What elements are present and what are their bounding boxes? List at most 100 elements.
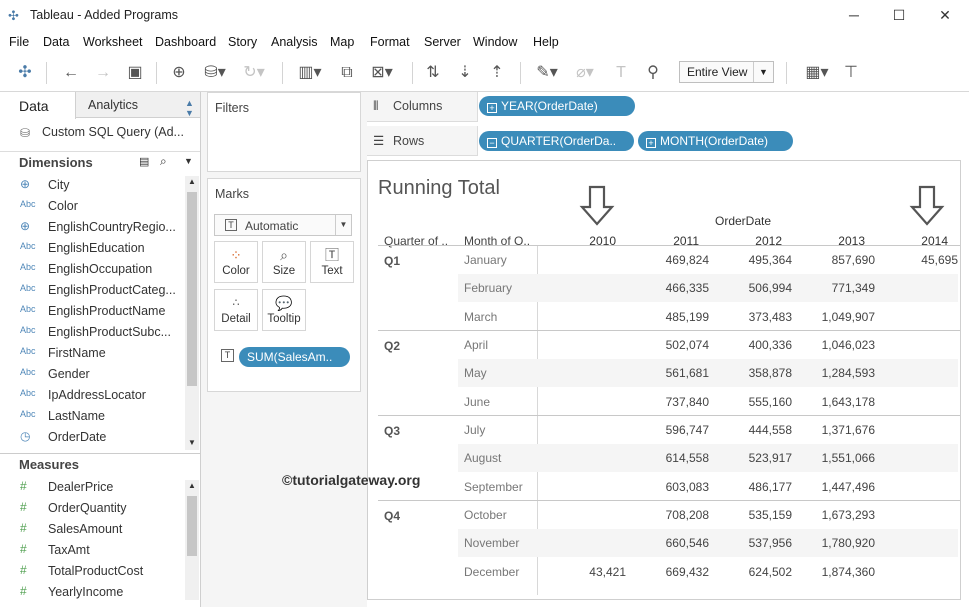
- menu-help[interactable]: Help: [533, 35, 559, 49]
- table-cell[interactable]: 669,432: [629, 565, 709, 579]
- month-label[interactable]: February: [464, 281, 512, 295]
- table-cell[interactable]: 1,049,907: [795, 310, 875, 324]
- table-cell[interactable]: 535,159: [712, 508, 792, 522]
- measure-field[interactable]: # SalesAmount: [0, 519, 184, 540]
- save-icon[interactable]: ▣: [124, 62, 146, 84]
- scrollbar-thumb[interactable]: [187, 496, 197, 556]
- scrollbar-thumb[interactable]: [187, 192, 197, 386]
- undo-icon[interactable]: ←: [60, 62, 82, 84]
- table-cell[interactable]: 1,643,178: [795, 395, 875, 409]
- list-view-icon[interactable]: ▤: [139, 155, 149, 168]
- dimension-field[interactable]: Abc EnglishProductName: [0, 301, 184, 322]
- datasource-pause-icon[interactable]: ⛁▾: [200, 62, 230, 84]
- quarter-label[interactable]: Q2: [384, 339, 400, 353]
- menu-file[interactable]: File: [9, 35, 29, 49]
- table-cell[interactable]: 373,483: [712, 310, 792, 324]
- table-cell[interactable]: 1,673,293: [795, 508, 875, 522]
- dimension-field[interactable]: Abc EnglishEducation: [0, 238, 184, 259]
- dimension-field[interactable]: Abc Gender: [0, 364, 184, 385]
- month-label[interactable]: March: [464, 310, 497, 324]
- dimensions-scrollbar[interactable]: ▲ ▼: [185, 176, 199, 450]
- table-cell[interactable]: 1,874,360: [795, 565, 875, 579]
- menu-analysis[interactable]: Analysis: [271, 35, 318, 49]
- measure-field[interactable]: # TaxAmt: [0, 540, 184, 561]
- fix-axes-icon[interactable]: ⚲: [642, 62, 664, 84]
- show-mark-labels-icon[interactable]: T: [610, 62, 632, 84]
- dimension-field[interactable]: ⊕ City: [0, 175, 184, 196]
- menu-dashboard[interactable]: Dashboard: [155, 35, 216, 49]
- refresh-icon[interactable]: ↻▾: [240, 62, 268, 84]
- table-cell[interactable]: 502,074: [629, 338, 709, 352]
- menu-window[interactable]: Window: [473, 35, 517, 49]
- month-label[interactable]: October: [464, 508, 507, 522]
- table-cell[interactable]: 1,551,066: [795, 451, 875, 465]
- measure-field[interactable]: # DealerPrice: [0, 477, 184, 498]
- month-orderdate-pill[interactable]: + MONTH(OrderDate): [638, 131, 793, 151]
- size-button[interactable]: ⌕ Size: [262, 241, 306, 283]
- menu-server[interactable]: Server: [424, 35, 461, 49]
- menu-worksheet[interactable]: Worksheet: [83, 35, 143, 49]
- table-cell[interactable]: 495,364: [712, 253, 792, 267]
- dimension-field[interactable]: Abc IpAddressLocator: [0, 385, 184, 406]
- swap-rows-columns-icon[interactable]: ⇅: [422, 62, 444, 84]
- table-cell[interactable]: 708,208: [629, 508, 709, 522]
- new-datasource-icon[interactable]: ⊕: [168, 62, 190, 84]
- menu-map[interactable]: Map: [330, 35, 354, 49]
- scroll-down-icon[interactable]: ▼: [185, 438, 199, 447]
- color-button[interactable]: ⁘ Color: [214, 241, 258, 283]
- datasource-item[interactable]: ⛁ Custom SQL Query (Ad...: [20, 125, 184, 140]
- clear-sheet-icon[interactable]: ⊠▾: [366, 62, 398, 84]
- mark-type-dropdown[interactable]: T Automatic ▼: [214, 214, 352, 236]
- month-label[interactable]: August: [464, 451, 501, 465]
- tab-analytics[interactable]: Analytics: [88, 98, 138, 112]
- dimension-field[interactable]: ⊕ EnglishCountryRegio...: [0, 217, 184, 238]
- table-cell[interactable]: 614,558: [629, 451, 709, 465]
- menu-data[interactable]: Data: [43, 35, 69, 49]
- measure-field[interactable]: # YearlyIncome: [0, 582, 184, 603]
- measure-field[interactable]: # OrderQuantity: [0, 498, 184, 519]
- show-cards-icon[interactable]: ▦▾: [800, 62, 834, 84]
- measure-field[interactable]: # TotalProductCost: [0, 561, 184, 582]
- highlight-icon[interactable]: ✎▾: [532, 62, 562, 84]
- month-label[interactable]: July: [464, 423, 485, 437]
- table-cell[interactable]: 400,336: [712, 338, 792, 352]
- new-worksheet-icon[interactable]: ▥▾: [294, 62, 326, 84]
- scroll-up-icon[interactable]: ▲: [185, 481, 199, 490]
- month-label[interactable]: May: [464, 366, 487, 380]
- close-button[interactable]: ✕: [922, 4, 968, 26]
- presentation-mode-icon[interactable]: ⊤: [840, 62, 862, 84]
- search-icon[interactable]: ⌕: [160, 154, 167, 169]
- text-button[interactable]: 🅃 Text: [310, 241, 354, 283]
- table-cell[interactable]: 624,502: [712, 565, 792, 579]
- tableau-home-icon[interactable]: ✣: [14, 62, 36, 84]
- fit-dropdown[interactable]: Entire View ▼: [679, 61, 774, 83]
- menu-story[interactable]: Story: [228, 35, 257, 49]
- month-label[interactable]: January: [464, 253, 507, 267]
- year-orderdate-pill[interactable]: + YEAR(OrderDate): [479, 96, 635, 116]
- table-cell[interactable]: 857,690: [795, 253, 875, 267]
- dimension-field[interactable]: Abc Color: [0, 196, 184, 217]
- table-cell[interactable]: 603,083: [629, 480, 709, 494]
- month-label[interactable]: April: [464, 338, 488, 352]
- table-cell[interactable]: 358,878: [712, 366, 792, 380]
- table-cell[interactable]: 43,421: [546, 565, 626, 579]
- minimize-button[interactable]: ─: [831, 4, 877, 26]
- detail-button[interactable]: ∴ Detail: [214, 289, 258, 331]
- table-cell[interactable]: 486,177: [712, 480, 792, 494]
- table-cell[interactable]: 1,780,920: [795, 536, 875, 550]
- table-cell[interactable]: 737,840: [629, 395, 709, 409]
- filters-card[interactable]: Filters: [207, 92, 361, 172]
- quarter-label[interactable]: Q1: [384, 254, 400, 268]
- dimension-field[interactable]: Abc EnglishProductCateg...: [0, 280, 184, 301]
- tab-data[interactable]: Data: [0, 92, 76, 119]
- dimensions-menu-icon[interactable]: ▼: [184, 156, 193, 166]
- dimension-field[interactable]: Abc EnglishProductSubc...: [0, 322, 184, 343]
- month-label[interactable]: September: [464, 480, 523, 494]
- table-cell[interactable]: 1,447,496: [795, 480, 875, 494]
- plus-icon[interactable]: +: [487, 103, 497, 113]
- table-cell[interactable]: 523,917: [712, 451, 792, 465]
- table-cell[interactable]: 1,284,593: [795, 366, 875, 380]
- month-label[interactable]: December: [464, 565, 519, 579]
- tooltip-button[interactable]: 💬 Tooltip: [262, 289, 306, 331]
- menu-format[interactable]: Format: [370, 35, 410, 49]
